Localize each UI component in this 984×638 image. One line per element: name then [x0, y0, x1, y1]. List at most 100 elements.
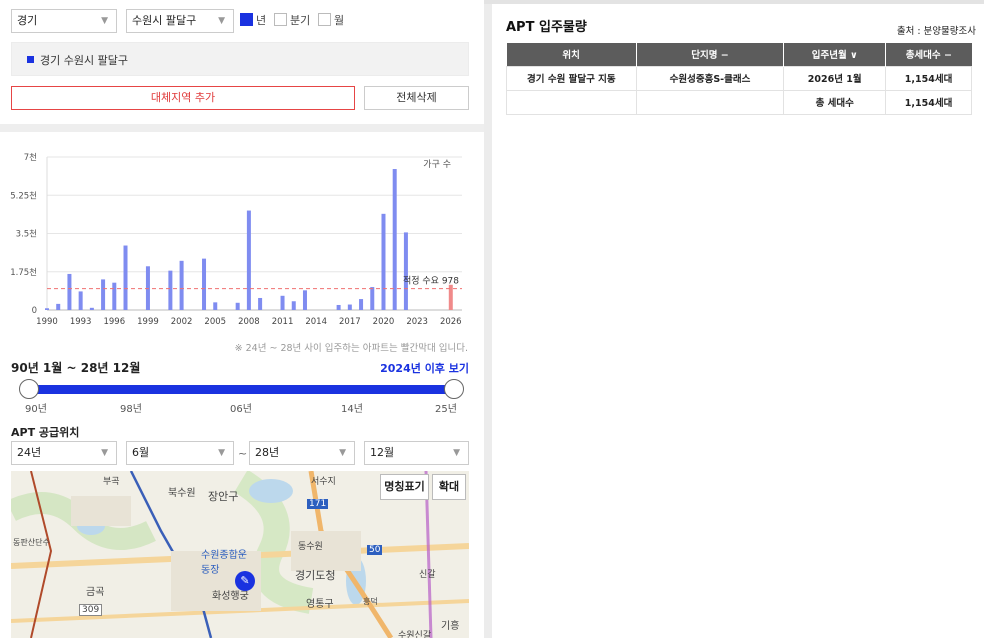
map-road-number: 309 [79, 604, 103, 616]
map-road-number: 50 [367, 545, 383, 555]
chart-x-tick-label: 1993 [70, 317, 92, 327]
chart-bar [235, 302, 240, 310]
view-after-2024-link[interactable]: 2024년 이후 보기 [380, 360, 469, 376]
range-slider-end-handle[interactable] [444, 379, 464, 399]
supply-location-title: APT 공급위치 [11, 426, 80, 439]
chart-x-tick-label: 2002 [171, 317, 193, 327]
chart-bar [291, 301, 296, 310]
chart-bar [56, 303, 61, 310]
province-select[interactable]: 경기 ▼ [11, 9, 117, 33]
chevron-down-icon: ▼ [101, 16, 108, 26]
chart-bar [370, 287, 375, 310]
chevron-down-icon: ▼ [453, 448, 460, 458]
chart-x-tick-label: 2011 [272, 317, 294, 327]
to-year-select[interactable]: 28년 ▼ [249, 441, 355, 465]
delete-all-button[interactable]: 전체삭제 [364, 86, 469, 110]
period-quarter-checkbox[interactable]: 분기 [274, 13, 310, 27]
period-year-checkbox[interactable]: 년 [240, 13, 266, 27]
map-marker-icon[interactable]: ✎ [235, 571, 255, 591]
chart-bar [202, 258, 207, 310]
column-header-location[interactable]: 위치 [506, 43, 637, 66]
checkbox-icon [318, 13, 331, 26]
period-month-checkbox[interactable]: 월 [318, 13, 344, 27]
chart-bar [302, 290, 307, 310]
map-label: 영통구 [306, 599, 334, 610]
chart-reference-line-value: 978 [442, 277, 459, 287]
table-cell: 경기 수원 팔달구 지동 [506, 65, 637, 91]
chart-bar [403, 232, 408, 310]
date-range-label: 90년 1월 ~ 28년 12월 [11, 361, 141, 375]
table-cell: 1,154세대 [885, 89, 972, 115]
chart-legend-label: 가구 수 [423, 159, 451, 170]
range-tilde: ~ [238, 447, 248, 460]
map-label: 북수원 [168, 488, 196, 499]
map-road-number: 171 [307, 499, 329, 509]
left-panel: 경기 ▼ 수원시 팔달구 ▼ 년 분기 월 경기 수원시 팔달구 대체지역 추가 전… [0, 0, 484, 638]
chart-bar [168, 270, 173, 310]
column-header-complex[interactable]: 단지명 − [636, 43, 785, 66]
map-label: 부곡 [103, 477, 120, 487]
range-slider-start-handle[interactable] [19, 379, 39, 399]
table-cell: 수원성중흥S-클래스 [635, 65, 785, 91]
selected-region-label: 경기 수원시 팔달구 [40, 54, 128, 67]
chart-bar [67, 273, 72, 310]
chart-bar [101, 279, 106, 310]
chart-x-tick-label: 2017 [339, 317, 361, 327]
map-names-button[interactable]: 명칭표기 [380, 474, 429, 500]
chart-x-tick-label: 2020 [373, 317, 395, 327]
map-label: 동수원 [298, 542, 323, 552]
table-cell: 1,154세대 [885, 65, 972, 91]
map-label: 기흥 [441, 621, 460, 632]
chevron-down-icon: ▼ [101, 448, 108, 458]
table-cell [635, 89, 785, 115]
range-slider-track[interactable] [28, 385, 454, 394]
from-month-select[interactable]: 6월 ▼ [126, 441, 234, 465]
add-alt-region-button[interactable]: 대체지역 추가 [11, 86, 355, 110]
region-marker-icon [27, 56, 34, 63]
table-row[interactable]: 경기 수원 팔달구 지동 수원성중흥S-클래스 2026년 1월 1,154세대 [506, 65, 972, 91]
to-month-select[interactable]: 12월 ▼ [364, 441, 469, 465]
column-header-households[interactable]: 총세대수 − [885, 43, 972, 66]
chart-bar [246, 210, 251, 310]
chart-bar [123, 245, 128, 310]
supply-table-title: APT 입주물량 [506, 20, 587, 35]
map-label: 신갈 [419, 570, 436, 580]
table-cell [506, 89, 637, 115]
chart-bar [89, 307, 94, 310]
chart-y-tick-label: 1.75천 [10, 267, 37, 278]
chart-x-tick-label: 2014 [305, 317, 327, 327]
chart-y-tick-label: 0 [32, 306, 37, 316]
chart-bar [381, 213, 386, 310]
map-zoom-button[interactable]: 확대 [432, 474, 466, 500]
map-label: 흥덕 [363, 597, 378, 606]
map-label: 장안구 [208, 490, 239, 503]
from-year-value: 24년 [17, 446, 42, 459]
from-month-value: 6월 [132, 446, 150, 459]
chart-bar [280, 295, 285, 310]
checkbox-icon [274, 13, 287, 26]
city-select-value: 수원시 팔달구 [132, 14, 197, 27]
supply-map[interactable]: 명칭표기 확대 장안구 북수원 경기도청 영통구 수원종합운동장 화성행궁 동수… [11, 471, 469, 638]
chart-x-tick-label: 2023 [406, 317, 428, 327]
slider-tick-label: 14년 [341, 404, 363, 415]
chart-note: ※ 24년 ~ 28년 사이 입주하는 아파트는 빨간막대 입니다. [234, 343, 468, 354]
slider-tick-label: 06년 [230, 404, 252, 415]
province-select-value: 경기 [17, 14, 38, 27]
chart-x-tick-label: 1999 [137, 317, 159, 327]
chart-y-tick-label: 3.5천 [16, 229, 37, 240]
supply-bar-chart: 7천 5.25천 3.5천 1.75천 01990 1993 1996 1999 2002 200… [10, 152, 462, 327]
city-select[interactable]: 수원시 팔달구 ▼ [126, 9, 234, 33]
period-year-label: 년 [256, 14, 267, 27]
chart-bar [258, 297, 263, 310]
from-year-select[interactable]: 24년 ▼ [11, 441, 117, 465]
map-label: 서수지 [311, 477, 336, 487]
chart-bar [45, 308, 49, 310]
slider-tick-label: 25년 [435, 404, 457, 415]
selected-region-box: 경기 수원시 팔달구 [11, 42, 469, 76]
chart-bar [78, 291, 83, 310]
column-header-move-in[interactable]: 입주년월 ∨ [783, 43, 887, 66]
map-label: 경기도청 [295, 569, 336, 582]
chart-x-tick-label: 1996 [103, 317, 125, 327]
chevron-down-icon: ▼ [339, 448, 346, 458]
checkbox-icon [240, 13, 253, 26]
